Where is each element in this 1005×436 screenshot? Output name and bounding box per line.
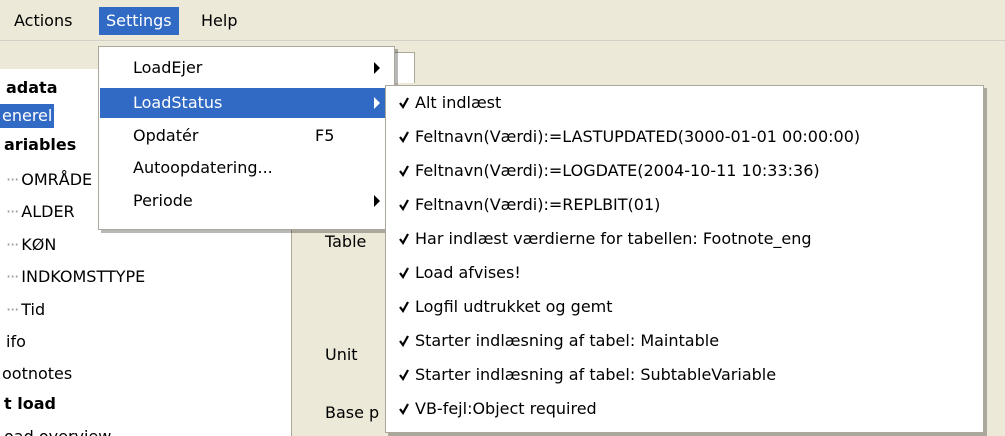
checkmark-icon (399, 97, 409, 109)
checkmark-icon (399, 335, 409, 347)
submenu-arrow-icon (374, 97, 380, 109)
status-item-label: Feltnavn(Værdi):=LOGDATE(2004-10-11 10:3… (415, 161, 820, 180)
checkmark-icon (399, 131, 409, 143)
tree-connector: ··· (6, 235, 19, 254)
status-item-label: Feltnavn(Værdi):=LASTUPDATED(3000-01-01 … (415, 127, 861, 146)
tree-node-info[interactable]: ifo (6, 330, 26, 354)
settings-menu: LoadEjer LoadStatus Opdatér F5 Autoopdat… (98, 46, 395, 230)
status-item-label: Har indlæst værdierne for tabellen: Foot… (415, 229, 812, 248)
status-item[interactable]: Feltnavn(Værdi):=LASTUPDATED(3000-01-01 … (387, 120, 982, 154)
tree-node-footnotes[interactable]: ootnotes (2, 362, 72, 386)
menu-item-label: Autoopdatering... (133, 158, 273, 177)
submenu-arrow-icon (374, 195, 380, 207)
status-item[interactable]: Starter indlæsning af tabel: Maintable (387, 324, 982, 358)
checkmark-icon (399, 199, 409, 211)
tree-node-label: OMRÅDE (21, 170, 93, 189)
status-item[interactable]: Alt indlæst (387, 86, 982, 120)
tree-connector: ··· (6, 202, 19, 221)
loadstatus-submenu: Alt indlæst Feltnavn(Værdi):=LASTUPDATED… (385, 85, 984, 433)
tree-node-last-load[interactable]: t load (4, 392, 56, 416)
menu-item-label: LoadStatus (133, 93, 223, 112)
tree-node-tid[interactable]: ··· Tid (6, 298, 45, 322)
base-label: Base p (325, 403, 380, 422)
tree-node-label: KØN (21, 235, 57, 254)
submenu-arrow-icon (374, 62, 380, 74)
menu-item-label: Opdatér (133, 126, 199, 145)
menu-item-opdater[interactable]: Opdatér F5 (100, 121, 393, 151)
checkmark-icon (399, 403, 409, 415)
checkmark-icon (399, 369, 409, 381)
menu-actions[interactable]: Actions (7, 7, 79, 35)
tree-node-generel[interactable]: enerel (0, 103, 56, 129)
unit-label: Unit (325, 345, 358, 364)
menu-item-label: Periode (133, 191, 193, 210)
checkmark-icon (399, 301, 409, 313)
tree-node-metadata[interactable]: adata (6, 76, 58, 100)
tree-node-kon[interactable]: ··· KØN (6, 233, 56, 257)
status-item-label: Load afvises! (415, 263, 521, 282)
menu-help[interactable]: Help (194, 7, 244, 35)
checkmark-icon (399, 165, 409, 177)
status-item[interactable]: Feltnavn(Værdi):=LOGDATE(2004-10-11 10:3… (387, 154, 982, 188)
tree-node-omrade[interactable]: ··· OMRÅDE (6, 168, 92, 192)
menu-item-loadstatus[interactable]: LoadStatus (100, 88, 393, 118)
status-item-label: Alt indlæst (415, 93, 502, 112)
status-item[interactable]: Load afvises! (387, 256, 982, 290)
tree-node-label: Tid (21, 300, 46, 319)
checkmark-icon (399, 233, 409, 245)
tree-connector: ··· (6, 170, 19, 189)
status-item[interactable]: Logfil udtrukket og gemt (387, 290, 982, 324)
tree-connector: ··· (6, 267, 19, 286)
menu-item-autoopdatering[interactable]: Autoopdatering... (100, 153, 393, 183)
status-item-label: Logfil udtrukket og gemt (415, 297, 613, 316)
menu-item-label: LoadEjer (133, 58, 203, 77)
menu-bar: Actions Settings Help (0, 0, 1005, 41)
status-item-label: VB-fejl:Object required (415, 399, 597, 418)
tree-node-label: INDKOMSTTYPE (21, 267, 146, 286)
tree-node-variables[interactable]: ariables (4, 133, 76, 157)
status-item-label: Feltnavn(Værdi):=REPLBIT(01) (415, 195, 661, 214)
status-item[interactable]: Starter indlæsning af tabel: SubtableVar… (387, 358, 982, 392)
tree-node-label: ALDER (21, 202, 75, 221)
checkmark-icon (399, 267, 409, 279)
tree-node-load-overview[interactable]: oad overview (4, 425, 111, 436)
tree-node-alder[interactable]: ··· ALDER (6, 200, 75, 224)
table-label: Table (325, 232, 367, 251)
tree-node-indkomsttype[interactable]: ··· INDKOMSTTYPE (6, 265, 145, 289)
menu-item-loadejer[interactable]: LoadEjer (100, 53, 393, 83)
shortcut-label: F5 (315, 126, 335, 145)
menu-settings[interactable]: Settings (99, 7, 179, 35)
tree-connector: ··· (6, 300, 19, 319)
menu-item-periode[interactable]: Periode (100, 186, 393, 216)
status-item-label: Starter indlæsning af tabel: SubtableVar… (415, 365, 777, 384)
status-item-label: Starter indlæsning af tabel: Maintable (415, 331, 720, 350)
status-item[interactable]: Feltnavn(Værdi):=REPLBIT(01) (387, 188, 982, 222)
status-item[interactable]: VB-fejl:Object required (387, 392, 982, 426)
status-item[interactable]: Har indlæst værdierne for tabellen: Foot… (387, 222, 982, 256)
